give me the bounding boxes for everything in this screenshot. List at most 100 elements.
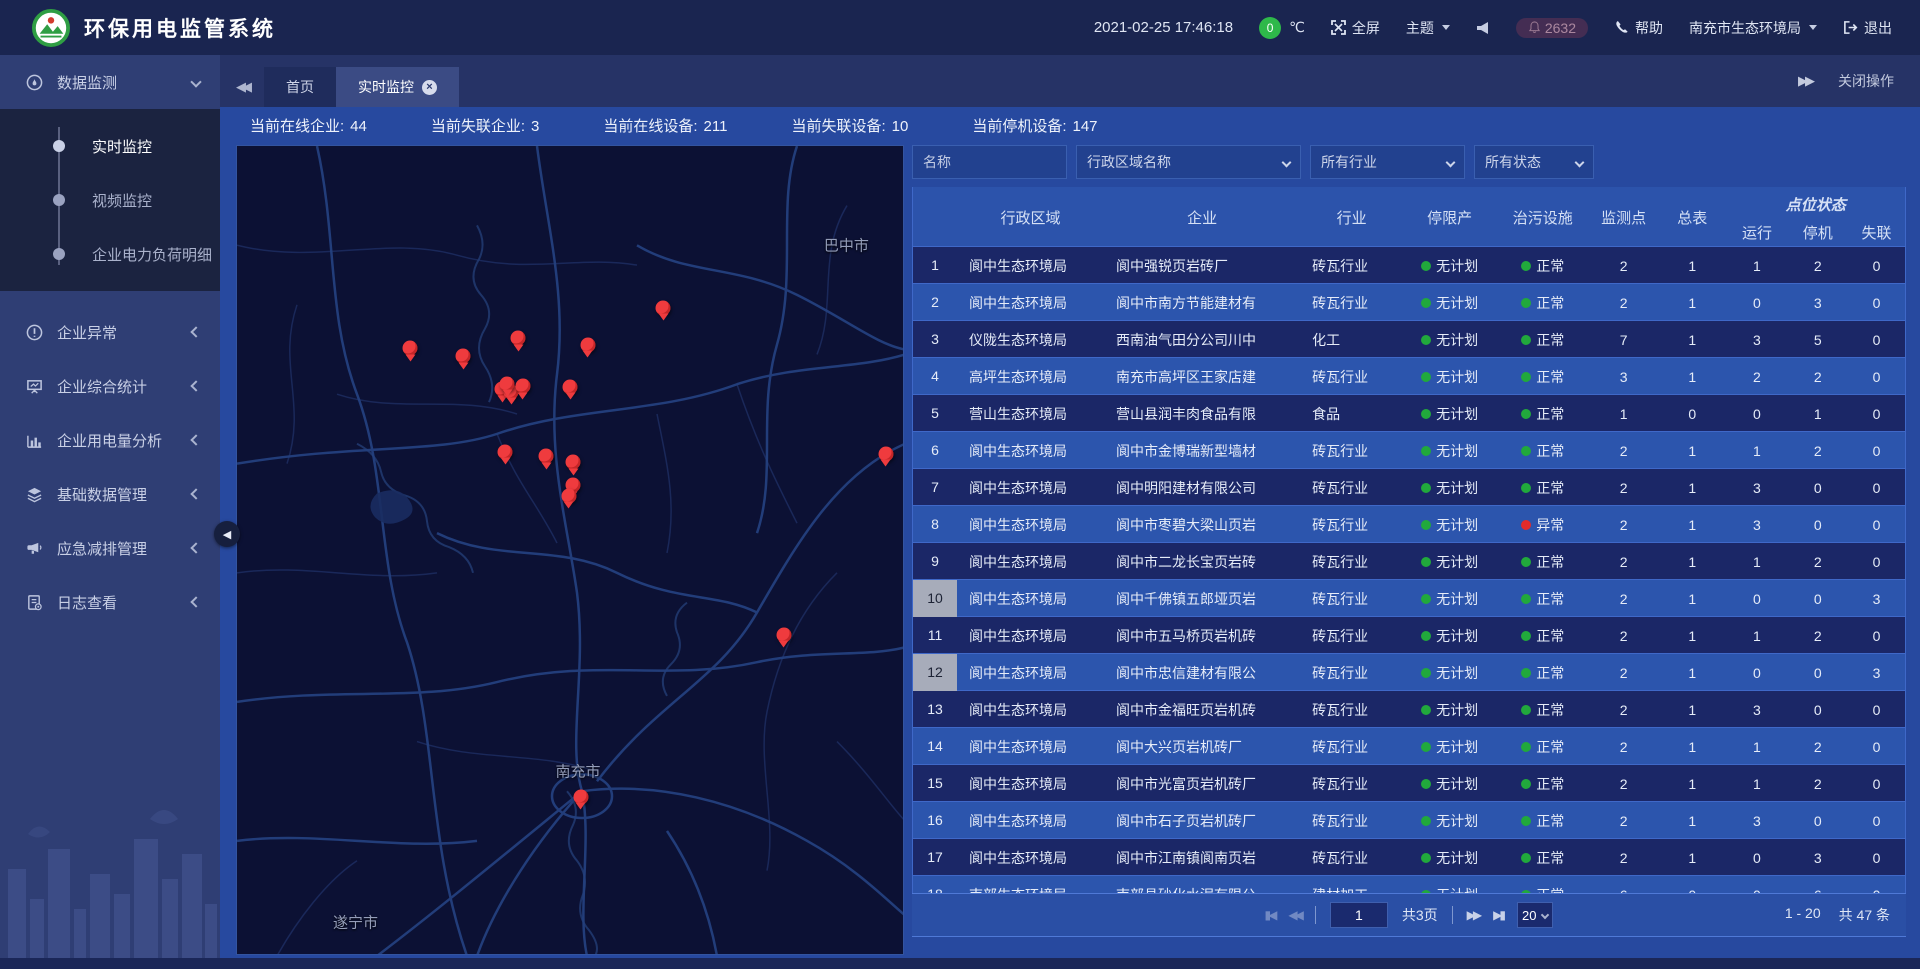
map-pin-icon[interactable] [511, 331, 526, 346]
sidebar-group-data-monitor[interactable]: 数据监测 [0, 55, 220, 109]
table-row[interactable]: 9 阆中生态环境局 阆中市二龙长宝页岩砖 砖瓦行业 无计划 正常 [913, 543, 1905, 580]
row-running: 0 [1727, 591, 1788, 607]
row-stop-status: 无计划 [1403, 811, 1496, 831]
map-pin-icon[interactable] [573, 789, 588, 804]
name-search-input[interactable] [912, 145, 1067, 179]
map-pin-icon[interactable] [776, 627, 791, 642]
row-stopped: 0 [1787, 517, 1848, 533]
region-select[interactable]: 行政区域名称 [1076, 145, 1301, 179]
last-page-button[interactable]: ▶▮ [1493, 908, 1503, 922]
sidebar-group-emergency-reduction[interactable]: 应急减排管理 [0, 521, 220, 575]
datetime: 2021-02-25 17:46:18 [1094, 19, 1233, 36]
sidebar-item-power-load-detail[interactable]: 企业电力负荷明细 [0, 227, 220, 281]
help-button[interactable]: 帮助 [1614, 18, 1663, 38]
map-pin-icon[interactable] [498, 444, 513, 459]
row-disconnected: 0 [1848, 517, 1905, 533]
prev-page-button[interactable]: ◀◀ [1288, 908, 1300, 922]
table-row[interactable]: 4 高坪生态环境局 南充市高坪区王家店建 砖瓦行业 无计划 正常 [913, 358, 1905, 395]
speaker-mute-icon[interactable] [1476, 21, 1490, 35]
map-pin-icon[interactable] [561, 488, 576, 503]
row-disconnected: 0 [1848, 554, 1905, 570]
sidebar-group-power-analysis[interactable]: 企业用电量分析 [0, 413, 220, 467]
map-pin-icon[interactable] [580, 337, 595, 352]
map-pin-icon[interactable] [656, 300, 671, 315]
user-dropdown[interactable]: 南充市生态环境局 [1689, 18, 1817, 38]
table-row[interactable]: 10 阆中生态环境局 阆中千佛镇五郎垭页岩 砖瓦行业 无计划 正常 [913, 580, 1905, 617]
map-pin-icon[interactable] [403, 341, 418, 356]
table-row[interactable]: 7 阆中生态环境局 阆中明阳建材有限公司 砖瓦行业 无计划 正常 [913, 469, 1905, 506]
fullscreen-button[interactable]: 全屏 [1331, 18, 1380, 38]
logout-button[interactable]: 退出 [1843, 18, 1892, 38]
table-row[interactable]: 5 营山生态环境局 营山县润丰肉食品有限 食品 无计划 正常 [913, 395, 1905, 432]
page-size-value: 20 [1522, 908, 1536, 923]
status-select[interactable]: 所有状态 [1474, 145, 1594, 179]
row-monitor-points: 2 [1589, 776, 1658, 792]
tab-home[interactable]: 首页 [264, 67, 336, 107]
row-facility-status: 正常 [1496, 626, 1589, 646]
table-row[interactable]: 14 阆中生态环境局 阆中大兴页岩机砖厂 砖瓦行业 无计划 正常 [913, 728, 1905, 765]
map-pin-icon[interactable] [539, 449, 554, 464]
map-pin-icon[interactable] [456, 349, 471, 364]
tabs-scroll-left-button[interactable]: ◀◀ [220, 67, 264, 107]
map-panel[interactable]: 巴中市南充市遂宁市 [236, 145, 904, 955]
bullet-dot-icon [53, 140, 65, 152]
tabs-scroll-right-button[interactable]: ▶▶ [1798, 73, 1812, 89]
row-stopped: 2 [1787, 258, 1848, 274]
facility-status-text: 正常 [1536, 404, 1564, 424]
close-icon[interactable]: × [422, 80, 437, 95]
row-monitor-points: 2 [1589, 554, 1658, 570]
status-dot-icon [1521, 853, 1531, 863]
table-row[interactable]: 16 阆中生态环境局 阆中市石子页岩机砖厂 砖瓦行业 无计划 正常 [913, 802, 1905, 839]
table-row[interactable]: 11 阆中生态环境局 阆中市五马桥页岩机砖 砖瓦行业 无计划 正常 [913, 617, 1905, 654]
map-collapse-button[interactable]: ◀ [214, 521, 240, 547]
sidebar-group-base-data[interactable]: 基础数据管理 [0, 467, 220, 521]
next-page-button[interactable]: ▶▶ [1467, 908, 1479, 922]
status-dot-icon [1521, 446, 1531, 456]
content-area: 巴中市南充市遂宁市 行政区域名称 所有行业 所有状态 [220, 143, 1920, 958]
status-dot-green-icon [1421, 298, 1431, 308]
table-row[interactable]: 3 仪陇生态环境局 西南油气田分公司川中 化工 无计划 正常 [913, 321, 1905, 358]
page-size-select[interactable]: 20 [1517, 902, 1553, 928]
sidebar-group-enterprise-stats[interactable]: 企业综合统计 [0, 359, 220, 413]
col-group-point-status: 点位状态 [1727, 194, 1905, 217]
table-row[interactable]: 2 阆中生态环境局 阆中市南方节能建材有 砖瓦行业 无计划 正常 [913, 284, 1905, 321]
row-running: 1 [1727, 628, 1788, 644]
map-pin-icon[interactable] [878, 446, 893, 461]
table-row[interactable]: 8 阆中生态环境局 阆中市枣碧大梁山页岩 砖瓦行业 无计划 异常 [913, 506, 1905, 543]
table-row[interactable]: 12 阆中生态环境局 阆中市忠信建材有限公 砖瓦行业 无计划 正常 [913, 654, 1905, 691]
map-city-label: 南充市 [555, 761, 600, 782]
facility-status-text: 正常 [1536, 552, 1564, 572]
theme-dropdown[interactable]: 主题 [1406, 18, 1450, 38]
sidebar-item-realtime-monitor[interactable]: 实时监控 [0, 119, 220, 173]
table-row[interactable]: 6 阆中生态环境局 阆中市金博瑞新型墙材 砖瓦行业 无计划 正常 [913, 432, 1905, 469]
row-stop-status: 无计划 [1403, 441, 1496, 461]
table-row[interactable]: 13 阆中生态环境局 阆中市金福旺页岩机砖 砖瓦行业 无计划 正常 [913, 691, 1905, 728]
status-dot-icon [1521, 631, 1531, 641]
first-page-button[interactable]: ▮◀ [1265, 908, 1275, 922]
row-stop-status: 无计划 [1403, 552, 1496, 572]
map-pin-icon[interactable] [563, 379, 578, 394]
industry-select[interactable]: 所有行业 [1310, 145, 1465, 179]
map-pin-icon[interactable] [500, 376, 515, 391]
sidebar-item-video-monitor[interactable]: 视频监控 [0, 173, 220, 227]
close-operations-button[interactable]: 关闭操作 [1838, 71, 1894, 91]
page-number-input[interactable] [1330, 902, 1388, 928]
tab-realtime-monitor[interactable]: 实时监控 × [336, 67, 459, 107]
notifications-badge[interactable]: 2632 [1516, 18, 1588, 38]
chevron-left-icon [190, 326, 201, 337]
city-name: 巴中市 [824, 238, 869, 255]
map-pin-icon[interactable] [566, 455, 581, 470]
table-row[interactable]: 17 阆中生态环境局 阆中市江南镇阆南页岩 砖瓦行业 无计划 正常 [913, 839, 1905, 876]
table-row[interactable]: 15 阆中生态环境局 阆中市光富页岩机砖厂 砖瓦行业 无计划 正常 [913, 765, 1905, 802]
row-facility-status: 正常 [1496, 589, 1589, 609]
status-dot-green-icon [1421, 335, 1431, 345]
table-row[interactable]: 18 南部生态环境局 南部县砂化水泥有限公 建材加工 无计划 正常 [913, 876, 1905, 893]
status-dot-icon [1521, 594, 1531, 604]
table-row[interactable]: 1 阆中生态环境局 阆中强锐页岩砖厂 砖瓦行业 无计划 正常 [913, 247, 1905, 284]
sidebar-group-log-view[interactable]: 日志查看 [0, 575, 220, 629]
row-company: 阆中千佛镇五郎垭页岩 [1104, 589, 1300, 609]
map-pin-icon[interactable] [515, 379, 530, 394]
sidebar-group-enterprise-abnormal[interactable]: 企业异常 [0, 305, 220, 359]
row-running: 1 [1727, 776, 1788, 792]
row-total-meter: 1 [1658, 443, 1727, 459]
